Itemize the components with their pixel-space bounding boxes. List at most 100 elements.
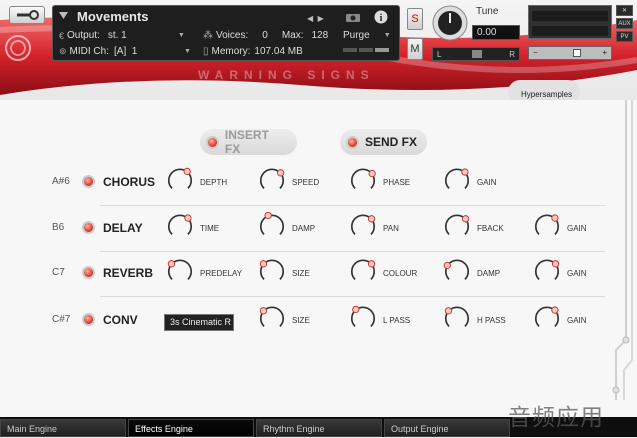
close-instrument-button[interactable]: ✕ bbox=[616, 5, 633, 16]
knob-label: L PASS bbox=[383, 316, 411, 325]
midi-dropdown-arrow-icon[interactable]: ▼ bbox=[184, 48, 191, 55]
camera-icon[interactable] bbox=[345, 11, 361, 23]
reverb-damp-knob[interactable] bbox=[443, 257, 471, 285]
knob-label: GAIN bbox=[567, 269, 587, 278]
conv-enable-led[interactable] bbox=[82, 313, 95, 326]
knob-label: PREDELAY bbox=[200, 269, 243, 278]
knob-label: FBACK bbox=[477, 224, 504, 233]
fx-row-reverb: C7 REVERB PREDELAY SIZE COLOUR DAMP GAIN bbox=[0, 251, 637, 297]
instrument-info-panel: Movements ◀ ▶ i € Output: st. 1 ▼ ⁂ Voic… bbox=[52, 5, 400, 61]
knob-label: GAIN bbox=[567, 316, 587, 325]
conv-gain-knob[interactable] bbox=[533, 304, 561, 332]
aux-button[interactable]: AUX bbox=[616, 18, 633, 29]
fx-name: REVERB bbox=[103, 266, 154, 280]
chorus-depth-knob[interactable] bbox=[166, 166, 194, 194]
knob-label: PHASE bbox=[383, 178, 411, 187]
wrench-button[interactable] bbox=[9, 6, 45, 24]
delay-time-knob[interactable] bbox=[166, 212, 194, 240]
knob-label: PAN bbox=[383, 224, 399, 233]
knob-label: GAIN bbox=[567, 224, 587, 233]
insert-fx-led bbox=[206, 135, 219, 149]
memory-label: Memory: bbox=[211, 46, 251, 57]
delay-gain-knob[interactable] bbox=[533, 212, 561, 240]
level-meter bbox=[528, 5, 612, 39]
output-dropdown-arrow-icon[interactable]: ▼ bbox=[178, 32, 185, 39]
chorus-enable-led[interactable] bbox=[82, 175, 95, 188]
fx-name: CHORUS bbox=[103, 175, 156, 189]
delay-pan-knob[interactable] bbox=[349, 212, 377, 240]
midi-icon: ⊚ bbox=[59, 46, 67, 56]
output-icon: € bbox=[59, 30, 65, 41]
pv-button[interactable]: PV bbox=[616, 31, 633, 42]
send-fx-label: SEND FX bbox=[365, 135, 418, 149]
conv-h-pass-knob[interactable] bbox=[443, 304, 471, 332]
instrument-name[interactable]: Movements bbox=[77, 9, 149, 24]
output-select[interactable]: st. 1 bbox=[108, 30, 178, 41]
tab-rhythm-engine[interactable]: Rhythm Engine bbox=[256, 419, 382, 437]
info-icon[interactable]: i bbox=[374, 10, 388, 24]
fx-row-chorus: A#6 CHORUS DEPTH SPEED PHASE GAIN bbox=[0, 160, 637, 206]
conv-l-pass-knob[interactable] bbox=[349, 304, 377, 332]
mute-button[interactable]: M bbox=[407, 38, 423, 60]
conv-size-knob[interactable] bbox=[258, 304, 286, 332]
send-fx-toggle[interactable]: SEND FX bbox=[340, 129, 427, 155]
tune-knob-icon[interactable] bbox=[432, 5, 468, 41]
reverb-gain-knob[interactable] bbox=[533, 257, 561, 285]
memory-value: 107.04 MB bbox=[254, 46, 303, 57]
purge-level-bars bbox=[343, 48, 389, 52]
tab-output-engine[interactable]: Output Engine bbox=[384, 419, 510, 437]
max-voices-value[interactable]: 128 bbox=[311, 30, 328, 41]
fx-row-delay: B6 DELAY TIME DAMP PAN FBACK GAIN bbox=[0, 206, 637, 252]
voices-label: Voices: bbox=[216, 30, 249, 41]
pan-left-label: L bbox=[437, 50, 442, 59]
pan-handle[interactable] bbox=[472, 50, 482, 58]
conv-ir-select[interactable]: 3s Cinematic R bbox=[164, 314, 234, 331]
solo-button[interactable]: S bbox=[407, 8, 423, 30]
purge-dropdown[interactable]: Purge bbox=[343, 30, 370, 41]
pan-right-label: R bbox=[509, 50, 515, 59]
knob-label: SIZE bbox=[292, 269, 310, 278]
purge-dropdown-arrow-icon[interactable]: ▼ bbox=[384, 32, 391, 39]
prev-next-arrows[interactable]: ◀ ▶ bbox=[307, 14, 324, 23]
delay-fback-knob[interactable] bbox=[443, 212, 471, 240]
delay-enable-led[interactable] bbox=[82, 221, 95, 234]
knob-label: SPEED bbox=[292, 178, 320, 187]
midi-note-label: C7 bbox=[52, 267, 65, 278]
knob-label: COLOUR bbox=[383, 269, 418, 278]
fx-row-conv: C#7 CONV SIZE L PASS H PASS GAIN bbox=[0, 298, 637, 344]
midi-channel-select[interactable]: [A] 1 bbox=[114, 46, 184, 57]
midi-note-label: C#7 bbox=[52, 314, 71, 325]
reverb-predelay-knob[interactable] bbox=[166, 257, 194, 285]
output-label: Output: bbox=[67, 30, 100, 41]
banner-text: WARNING SIGNS bbox=[198, 68, 375, 82]
reverb-enable-led[interactable] bbox=[82, 266, 95, 279]
chorus-phase-knob[interactable] bbox=[349, 166, 377, 194]
knob-label: DAMP bbox=[292, 224, 316, 233]
knob-label: DEPTH bbox=[200, 178, 228, 187]
voices-value: 0 bbox=[262, 30, 268, 41]
insert-fx-label: INSERT FX bbox=[224, 128, 269, 156]
delay-damp-knob[interactable] bbox=[258, 212, 286, 240]
chorus-gain-knob[interactable] bbox=[443, 166, 471, 194]
midi-note-label: B6 bbox=[52, 222, 65, 233]
tune-value[interactable]: 0.00 bbox=[472, 25, 520, 40]
memory-icon: ▯ bbox=[203, 46, 209, 57]
volume-slider[interactable]: − + bbox=[528, 46, 612, 60]
tune-section: Tune 0.00 L R bbox=[432, 3, 522, 63]
pan-slider[interactable]: L R bbox=[432, 47, 520, 61]
voices-icon: ⁂ bbox=[203, 30, 213, 41]
reverb-colour-knob[interactable] bbox=[349, 257, 377, 285]
chorus-speed-knob[interactable] bbox=[258, 166, 286, 194]
collapse-triangle-icon[interactable] bbox=[59, 12, 68, 19]
tab-main-engine[interactable]: Main Engine bbox=[0, 419, 126, 437]
row-divider bbox=[100, 296, 605, 297]
circuit-decoration bbox=[612, 100, 633, 400]
knob-label: GAIN bbox=[477, 178, 497, 187]
insert-fx-toggle[interactable]: INSERT FX bbox=[200, 128, 297, 156]
midi-label: MIDI Ch: bbox=[69, 46, 109, 57]
watermark: 音频应用 bbox=[508, 404, 604, 430]
midi-note-label: A#6 bbox=[52, 176, 70, 187]
reverb-size-knob[interactable] bbox=[258, 257, 286, 285]
volume-handle[interactable] bbox=[573, 49, 581, 57]
tab-effects-engine[interactable]: Effects Engine bbox=[128, 419, 254, 437]
